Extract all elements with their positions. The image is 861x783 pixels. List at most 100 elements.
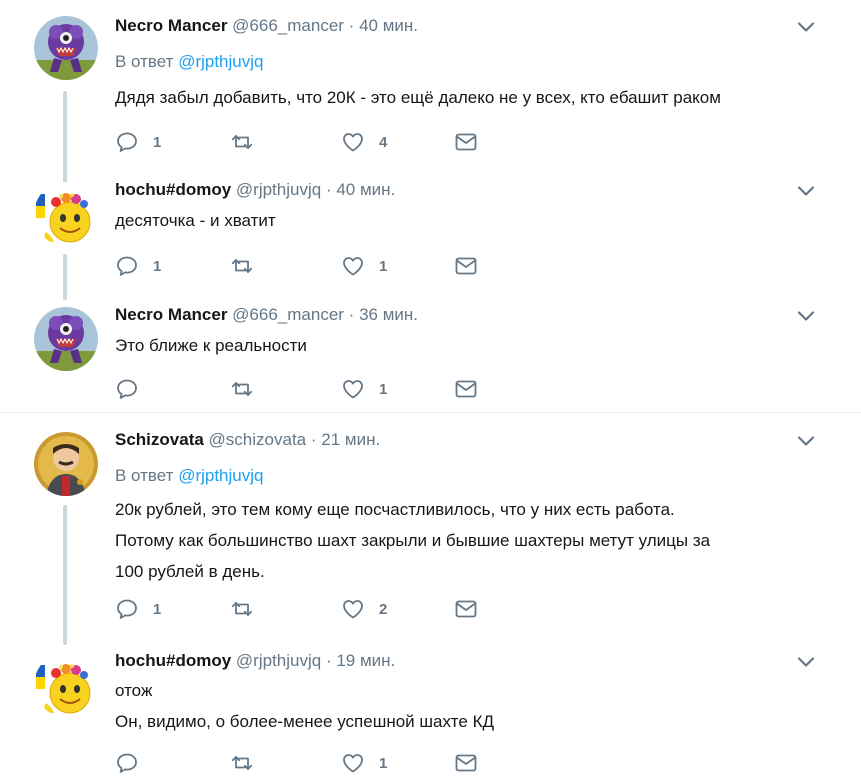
user-name[interactable]: Necro Mancer (115, 16, 227, 35)
reply-button[interactable] (115, 377, 139, 401)
icon-portrait-avatar-icon (34, 432, 98, 496)
like-count: 1 (379, 754, 388, 772)
reply-icon (115, 751, 139, 775)
like-count: 4 (379, 133, 388, 151)
separator-dot: · (348, 305, 355, 324)
purple-monster-avatar-icon (34, 307, 98, 371)
retweet-button[interactable] (230, 254, 254, 278)
avatar[interactable] (34, 432, 98, 496)
reply-to-link[interactable]: @rjpthjuvjq (178, 52, 263, 71)
direct-message-button[interactable] (454, 254, 478, 278)
reply-prefix: В ответ (115, 466, 174, 485)
like-button[interactable]: 1 (341, 377, 387, 401)
timestamp[interactable]: 36 мин. (359, 305, 418, 324)
timestamp[interactable]: 40 мин. (359, 16, 418, 35)
tweet-text: Дядя забыл добавить, что 20К - это ещё д… (115, 88, 721, 107)
chevron-down-icon[interactable] (796, 434, 816, 448)
user-handle[interactable]: @666_mancer (232, 16, 344, 35)
direct-message-button[interactable] (454, 597, 478, 621)
tweet-header: Schizovata @schizovata · 21 мин. (115, 430, 380, 452)
tweet-text: 20к рублей, это тем кому еще посчастливи… (115, 494, 710, 587)
tweet-text: отож Он, видимо, о более-менее успешной … (115, 675, 494, 737)
like-button[interactable]: 1 (341, 254, 387, 278)
like-count: 1 (379, 380, 388, 398)
tweet-text-line: Потому как большинство шахт закрыли и бы… (115, 531, 711, 550)
tweet-actions: 1 (115, 377, 515, 401)
mail-icon (454, 751, 478, 775)
purple-monster-avatar-icon (34, 16, 98, 80)
like-button[interactable]: 4 (341, 130, 387, 154)
timestamp[interactable]: 21 мин. (321, 430, 380, 449)
retweet-icon (230, 751, 254, 775)
heart-icon (341, 377, 365, 401)
tweet-text-line: отож (115, 681, 153, 700)
reply-button[interactable]: 1 (115, 130, 161, 154)
tweet-actions: 1 1 (115, 254, 515, 278)
reply-prefix: В ответ (115, 52, 174, 71)
user-handle[interactable]: @rjpthjuvjq (236, 651, 321, 670)
mail-icon (454, 597, 478, 621)
retweet-button[interactable] (230, 597, 254, 621)
chevron-down-icon[interactable] (796, 309, 816, 323)
timestamp[interactable]: 19 мин. (336, 651, 395, 670)
user-name[interactable]: hochu#domoy (115, 180, 231, 199)
direct-message-button[interactable] (454, 377, 478, 401)
thread-line (63, 91, 67, 191)
reply-icon (115, 254, 139, 278)
tweet-text: десяточка - и хватит (115, 211, 276, 230)
user-name[interactable]: Necro Mancer (115, 305, 227, 324)
smiley-wreath-avatar-icon (34, 182, 98, 246)
tweet-header: Necro Mancer @666_mancer · 40 мин. (115, 16, 418, 38)
heart-icon (341, 254, 365, 278)
thread-line (63, 254, 67, 300)
retweet-icon (230, 130, 254, 154)
retweet-button[interactable] (230, 130, 254, 154)
like-count: 2 (379, 600, 388, 618)
retweet-icon (230, 254, 254, 278)
retweet-icon (230, 377, 254, 401)
retweet-button[interactable] (230, 751, 254, 775)
heart-icon (341, 751, 365, 775)
chevron-down-icon[interactable] (796, 655, 816, 669)
direct-message-button[interactable] (454, 751, 478, 775)
reply-to-line: В ответ @rjpthjuvjq (115, 466, 263, 486)
smiley-wreath-avatar-icon (34, 653, 98, 717)
reply-count: 1 (153, 600, 162, 618)
heart-icon (341, 130, 365, 154)
avatar[interactable] (34, 653, 98, 717)
retweet-button[interactable] (230, 377, 254, 401)
direct-message-button[interactable] (454, 130, 478, 154)
user-handle[interactable]: @rjpthjuvjq (236, 180, 321, 199)
tweet-header: Necro Mancer @666_mancer · 36 мин. (115, 305, 418, 327)
avatar[interactable] (34, 307, 98, 371)
like-button[interactable]: 2 (341, 597, 387, 621)
tweet-actions: 1 2 (115, 597, 515, 621)
user-handle[interactable]: @schizovata (209, 430, 307, 449)
mail-icon (454, 377, 478, 401)
tweet-header: hochu#domoy @rjpthjuvjq · 19 мин. (115, 651, 395, 673)
thread-line (63, 505, 67, 645)
chevron-down-icon[interactable] (796, 20, 816, 34)
user-name[interactable]: hochu#domoy (115, 651, 231, 670)
tweet-text: Это ближе к реальности (115, 336, 307, 355)
reply-button[interactable] (115, 751, 139, 775)
avatar[interactable] (34, 16, 98, 80)
tweet-text-line: Он, видимо, о более-менее успешной шахте… (115, 712, 494, 731)
tweet-text-line: 100 рублей в день. (115, 562, 265, 581)
reply-button[interactable]: 1 (115, 254, 161, 278)
reply-to-link[interactable]: @rjpthjuvjq (178, 466, 263, 485)
user-name[interactable]: Schizovata (115, 430, 204, 449)
avatar[interactable] (34, 182, 98, 246)
like-button[interactable]: 1 (341, 751, 387, 775)
chevron-down-icon[interactable] (796, 184, 816, 198)
thread-divider (0, 412, 861, 413)
timestamp[interactable]: 40 мин. (336, 180, 395, 199)
heart-icon (341, 597, 365, 621)
reply-count: 1 (153, 133, 162, 151)
user-handle[interactable]: @666_mancer (232, 305, 344, 324)
tweet-header: hochu#domoy @rjpthjuvjq · 40 мин. (115, 180, 395, 202)
mail-icon (454, 254, 478, 278)
separator-dot: · (310, 430, 317, 449)
reply-button[interactable]: 1 (115, 597, 161, 621)
reply-icon (115, 597, 139, 621)
